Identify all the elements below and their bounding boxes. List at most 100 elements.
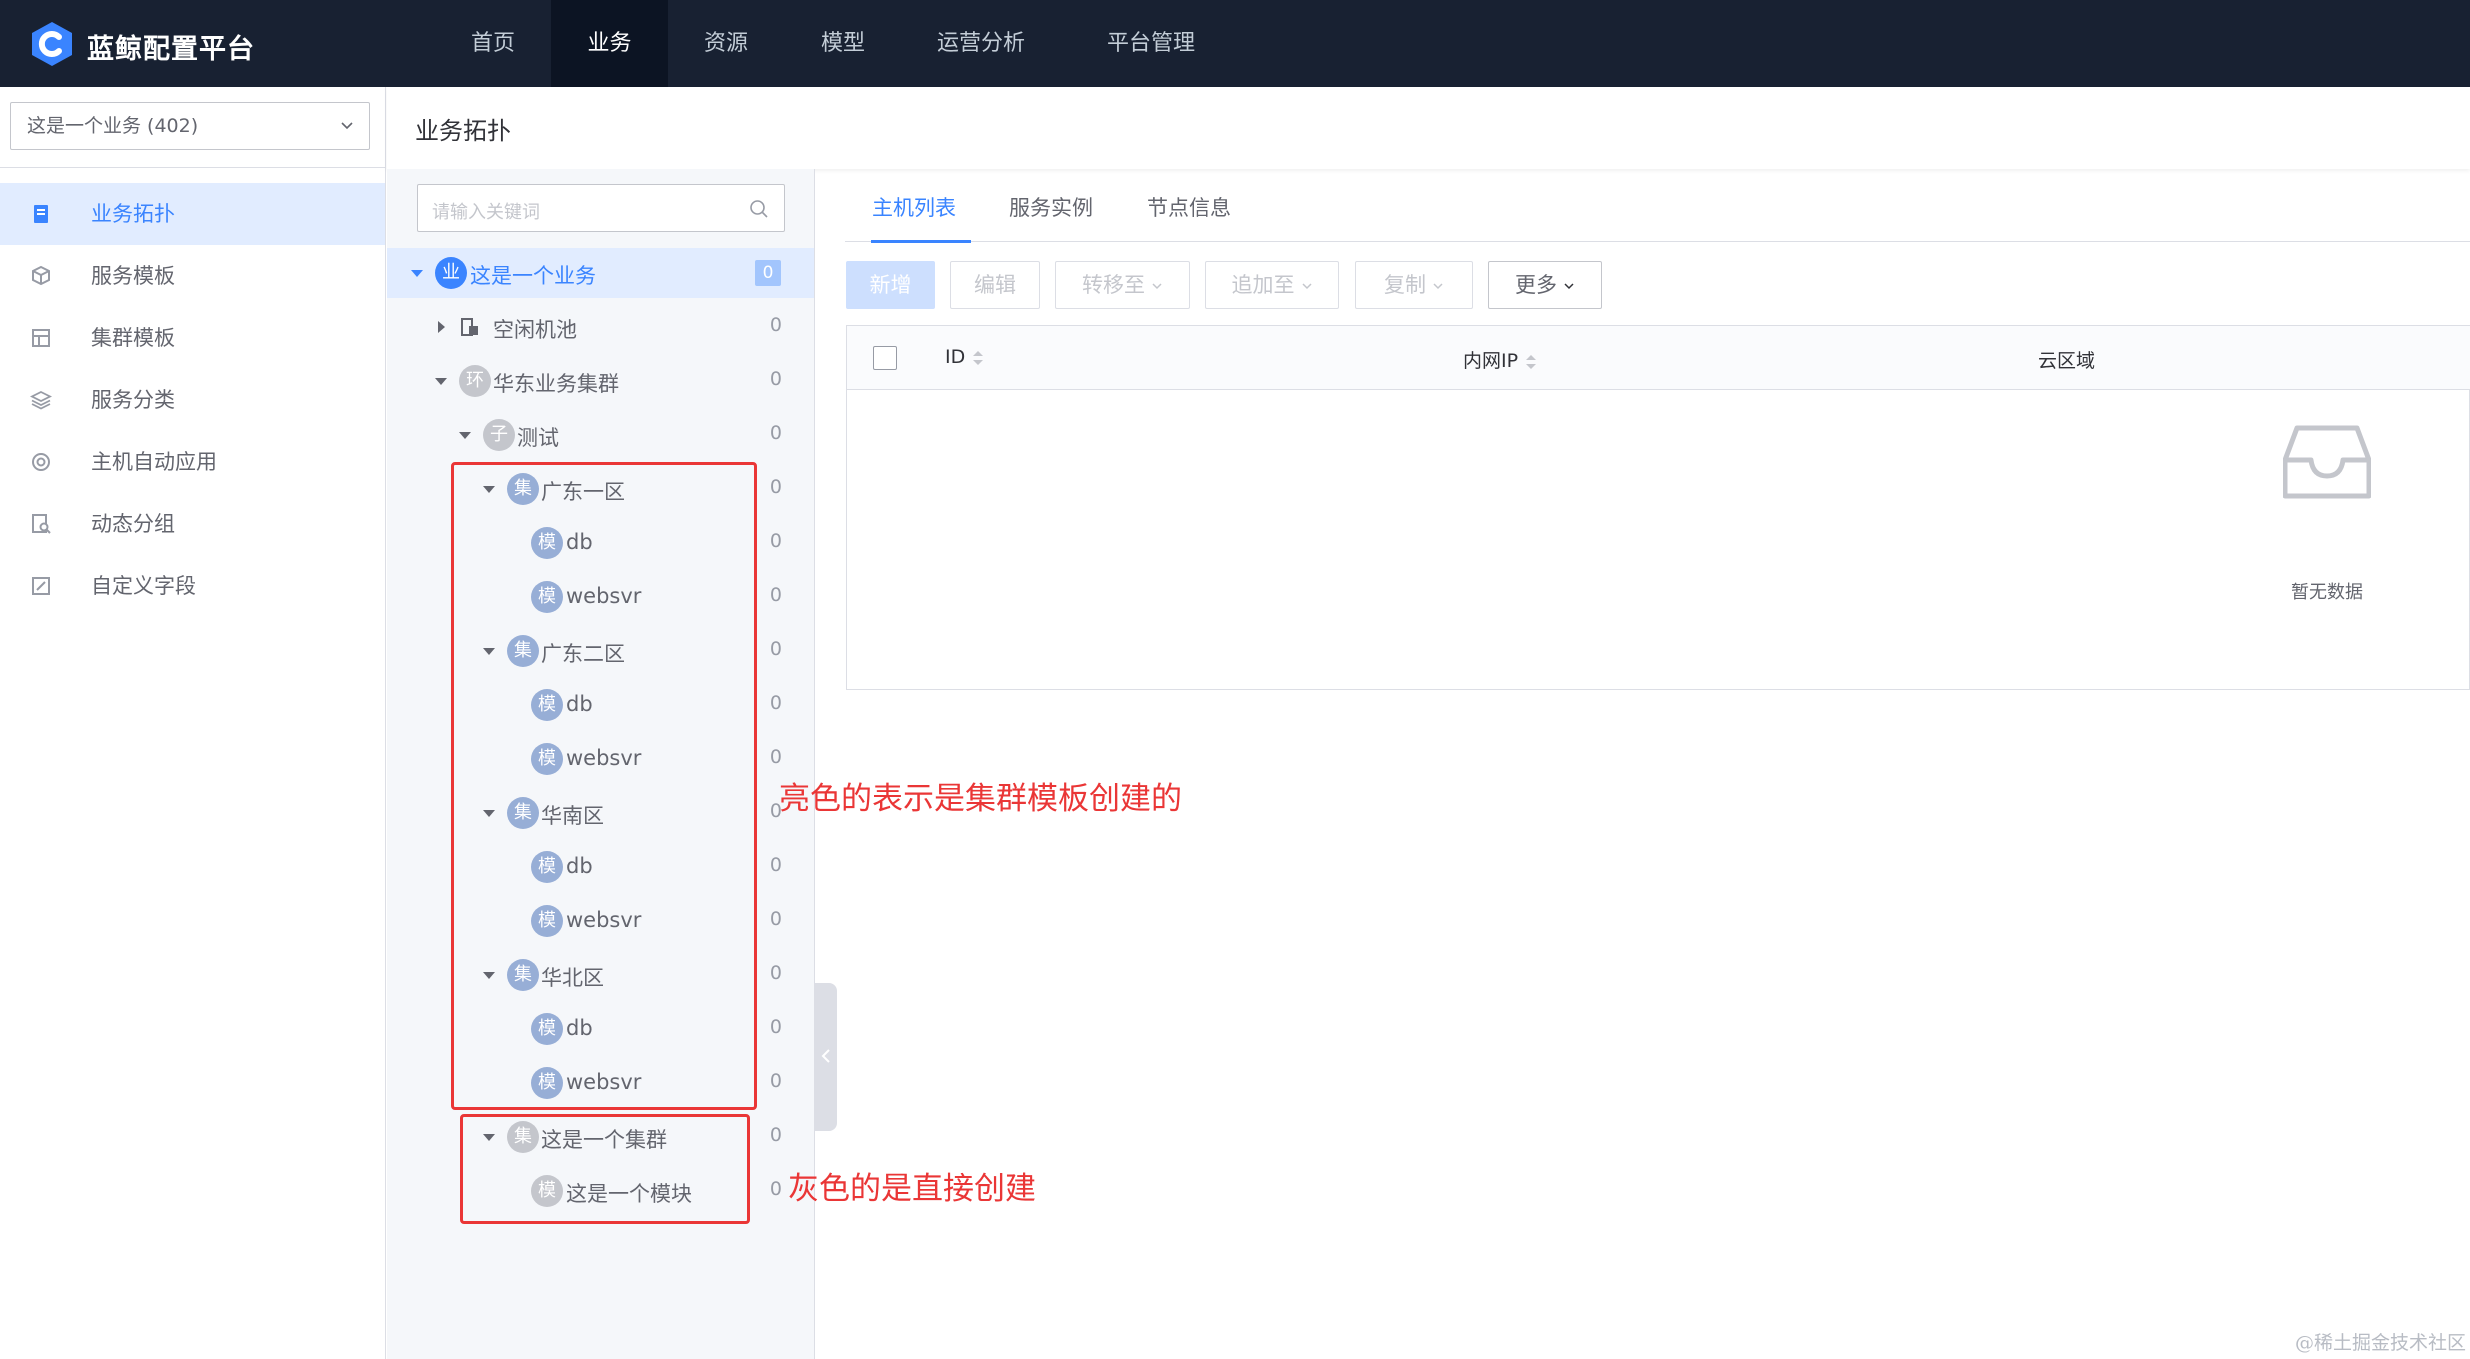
transfer-to-button[interactable]: 转移至 (1055, 261, 1190, 309)
grid-template-icon (32, 329, 50, 347)
node-count: 0 (769, 638, 782, 660)
topology-doc-icon (34, 205, 48, 223)
annotation-text-bright: 亮色的表示是集群模板创建的 (779, 781, 1182, 817)
node-count: 0 (769, 1070, 782, 1092)
column-id[interactable]: ID (945, 346, 985, 368)
sidebar-item-dynamic-group[interactable]: 动态分组 (0, 493, 385, 555)
sidebar-item-custom-field[interactable]: 自定义字段 (0, 555, 385, 617)
sidebar-item-label: 服务模板 (91, 264, 175, 288)
node-count: 0 (769, 962, 782, 984)
sidebar-item-label: 主机自动应用 (91, 450, 217, 474)
tree-node-east-cluster[interactable]: 环 华东业务集群 0 (387, 356, 814, 406)
page-title: 业务拓扑 (415, 117, 511, 145)
chevron-down-icon (1152, 283, 1162, 290)
copy-label: 复制 (1384, 273, 1426, 297)
nav-home[interactable]: 首页 (443, 0, 543, 87)
target-icon (32, 453, 50, 471)
tree-node-business[interactable]: 业 这是一个业务 0 (387, 248, 814, 298)
node-label: 测试 (517, 426, 559, 450)
node-count: 0 (755, 260, 781, 286)
host-table: ID 内网IP 云区域 暂无数据 (846, 325, 2470, 690)
copy-button[interactable]: 复制 (1355, 261, 1473, 309)
select-all-checkbox[interactable] (873, 346, 897, 370)
column-cloud-area[interactable]: 云区域 (2038, 346, 2095, 373)
tree-search-input[interactable]: 请输入关键词 (417, 184, 785, 232)
node-count: 0 (769, 1124, 782, 1146)
node-badge: 环 (459, 365, 491, 397)
caret-right-icon[interactable] (432, 318, 450, 336)
chevron-down-icon (1564, 283, 1574, 290)
business-selector-value: 这是一个业务 (402) (27, 115, 199, 137)
more-button[interactable]: 更多 (1488, 261, 1602, 309)
sidebar-item-label: 动态分组 (91, 512, 175, 536)
node-label: 华东业务集群 (493, 372, 619, 396)
nav-resource[interactable]: 资源 (676, 0, 776, 87)
tab-host-list[interactable]: 主机列表 (872, 192, 956, 222)
more-label: 更多 (1515, 273, 1557, 297)
tab-node-info[interactable]: 节点信息 (1147, 192, 1231, 222)
append-to-button[interactable]: 追加至 (1205, 261, 1339, 309)
node-label: 这是一个业务 (470, 264, 596, 288)
nav-operation-analysis[interactable]: 运营分析 (920, 0, 1042, 87)
sidebar-item-cluster-template[interactable]: 集群模板 (0, 307, 385, 369)
sidebar-item-business-topology[interactable]: 业务拓扑 (0, 183, 385, 245)
append-to-label: 追加至 (1231, 273, 1295, 297)
tree-collapse-handle[interactable] (815, 983, 837, 1131)
sidebar-item-label: 服务分类 (91, 388, 175, 412)
app-logo-icon[interactable] (28, 20, 76, 68)
chevron-down-icon (1301, 283, 1312, 290)
content-tabs: 主机列表 服务实例 节点信息 (845, 170, 2470, 243)
search-doc-icon (32, 514, 51, 534)
node-count: 0 (769, 422, 782, 444)
node-count: 0 (769, 908, 782, 930)
app-title: 蓝鲸配置平台 (87, 34, 255, 65)
chevron-left-icon (821, 1049, 830, 1063)
sidebar-divider (0, 167, 386, 168)
page-header: 业务拓扑 (387, 87, 2470, 169)
add-button[interactable]: 新增 (846, 261, 935, 309)
node-count: 0 (769, 692, 782, 714)
sort-icon[interactable] (971, 349, 985, 367)
tab-service-instance[interactable]: 服务实例 (1009, 192, 1093, 222)
annotation-text-gray: 灰色的是直接创建 (788, 1171, 1036, 1207)
search-placeholder: 请输入关键词 (432, 202, 540, 223)
column-label: ID (945, 346, 966, 368)
left-sidebar: 这是一个业务 (402) 业务拓扑 服务模板 集群模板 服务分类 主机自动应用 … (0, 87, 386, 1359)
tree-node-idle-pool[interactable]: 空闲机池 0 (387, 302, 814, 352)
caret-down-icon[interactable] (456, 426, 474, 444)
sidebar-item-host-auto-apply[interactable]: 主机自动应用 (0, 431, 385, 493)
column-inner-ip[interactable]: 内网IP (1463, 346, 1538, 373)
node-count: 0 (769, 1016, 782, 1038)
edit-button[interactable]: 编辑 (950, 261, 1040, 309)
tree-node-test[interactable]: 子 测试 0 (387, 410, 814, 460)
node-count: 0 (769, 854, 782, 876)
sidebar-item-service-template[interactable]: 服务模板 (0, 245, 385, 307)
caret-down-icon[interactable] (408, 264, 426, 282)
nav-platform-management[interactable]: 平台管理 (1088, 0, 1214, 87)
business-selector[interactable]: 这是一个业务 (402) (10, 102, 370, 150)
sidebar-item-label: 业务拓扑 (91, 202, 175, 226)
caret-down-icon[interactable] (432, 372, 450, 390)
sidebar-item-label: 集群模板 (91, 326, 175, 350)
node-badge: 业 (435, 257, 467, 289)
nav-business[interactable]: 业务 (551, 0, 668, 87)
node-count: 0 (769, 746, 782, 768)
node-count: 0 (769, 368, 782, 390)
idle-pool-icon (461, 318, 478, 336)
sidebar-item-label: 自定义字段 (91, 574, 196, 598)
sidebar-item-service-category[interactable]: 服务分类 (0, 369, 385, 431)
table-header: ID 内网IP 云区域 (847, 326, 2470, 390)
sort-icon[interactable] (1524, 353, 1538, 371)
nav-model[interactable]: 模型 (793, 0, 893, 87)
node-count: 0 (769, 1178, 782, 1200)
transfer-to-label: 转移至 (1082, 273, 1145, 297)
search-icon[interactable] (748, 198, 770, 220)
annotation-box-template (451, 462, 757, 1110)
empty-state-text: 暂无数据 (2291, 582, 2363, 603)
layers-icon (30, 390, 52, 410)
node-count: 0 (769, 584, 782, 606)
node-count: 0 (769, 476, 782, 498)
column-label: 内网IP (1463, 350, 1519, 372)
cube-icon (32, 265, 50, 286)
node-count: 0 (769, 314, 782, 336)
